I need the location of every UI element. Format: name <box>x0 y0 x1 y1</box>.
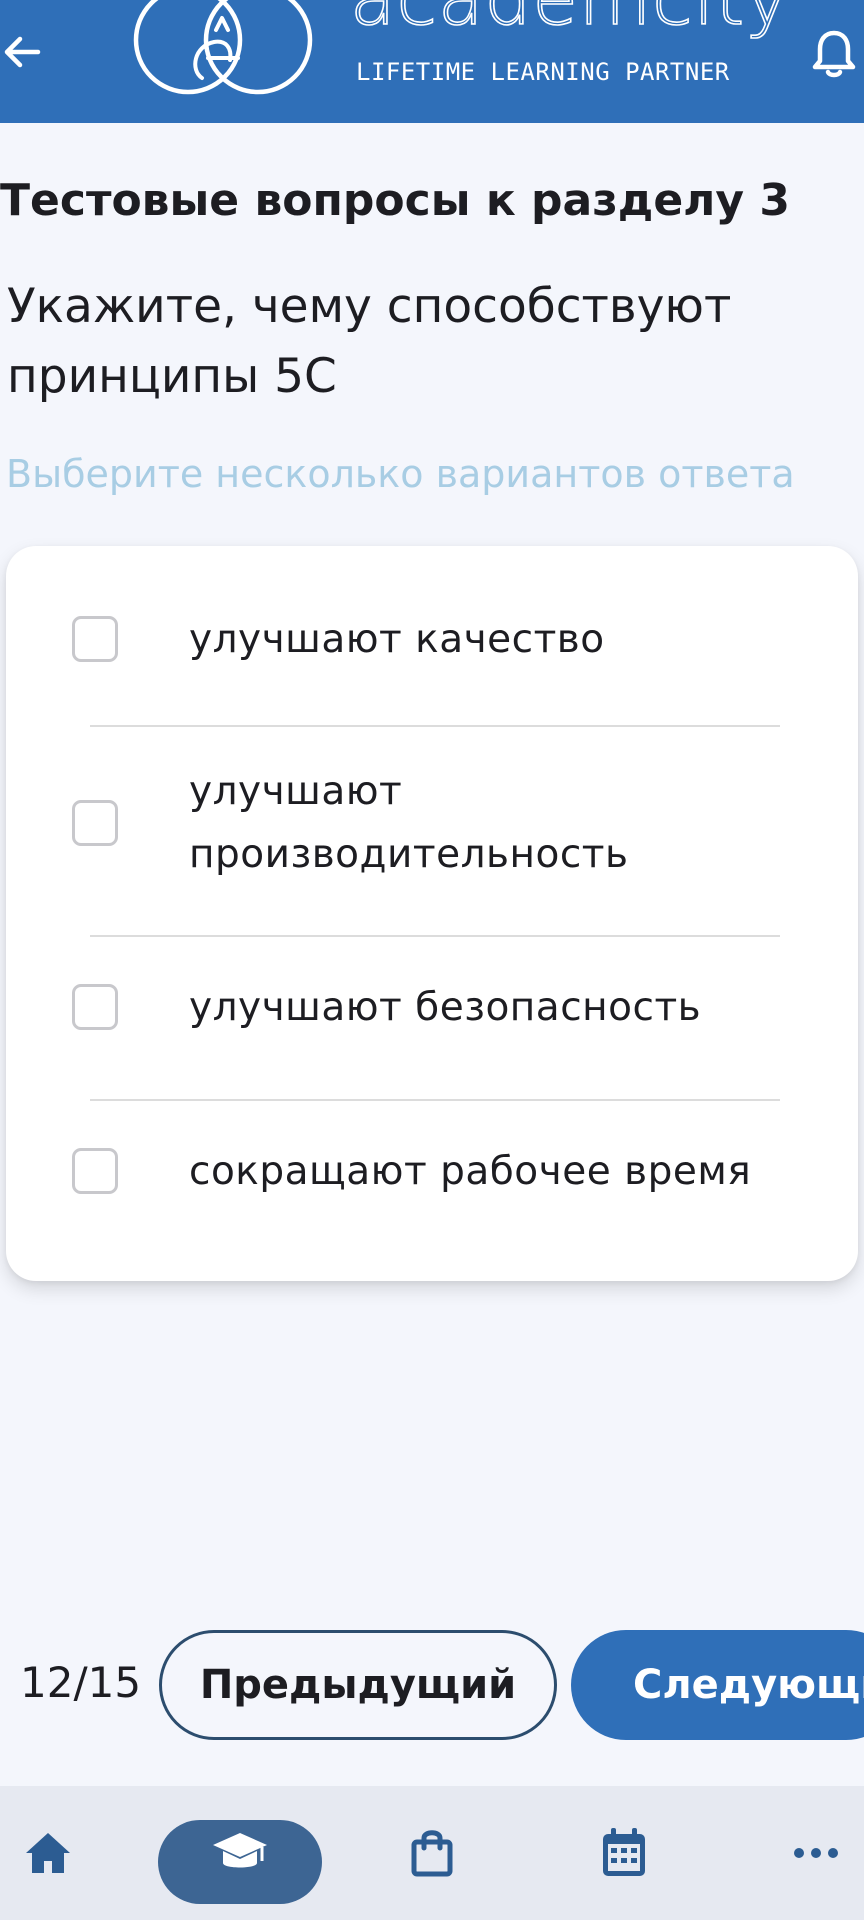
answer-hint: Выберите несколько вариантов ответа <box>6 452 795 496</box>
tab-calendar[interactable] <box>584 1786 664 1920</box>
home-icon <box>26 1833 70 1873</box>
shopping-bag-icon <box>411 1830 453 1877</box>
academcity-logo-icon <box>133 0 313 95</box>
tab-shop[interactable] <box>390 1786 474 1920</box>
tab-courses[interactable] <box>158 1786 322 1920</box>
question-counter: 12/15 <box>20 1658 142 1707</box>
options-card: улучшают качество улучшают производитель… <box>6 546 858 1281</box>
tab-home[interactable] <box>0 1786 96 1920</box>
option-label: улучшают качество <box>189 617 605 662</box>
brand-tagline: LIFETIME LEARNING PARTNER <box>356 58 730 86</box>
option-label: улучшают производительность <box>189 769 629 877</box>
more-icon <box>794 1848 838 1858</box>
tab-more[interactable] <box>780 1786 852 1920</box>
bottom-tab-bar <box>0 1786 864 1920</box>
option-item[interactable]: улучшают производительность <box>6 760 858 886</box>
option-item[interactable]: улучшают безопасность <box>6 966 858 1050</box>
back-button[interactable] <box>0 22 44 82</box>
option-checkbox[interactable] <box>72 800 118 846</box>
option-checkbox[interactable] <box>72 616 118 662</box>
option-checkbox[interactable] <box>72 984 118 1030</box>
bell-icon <box>812 28 856 78</box>
app-header: academcity LIFETIME LEARNING PARTNER <box>0 0 864 123</box>
previous-button[interactable]: Предыдущий <box>159 1630 557 1740</box>
question-text: Укажите, чему способствуют принципы 5С <box>7 279 732 404</box>
option-divider <box>90 1099 780 1101</box>
option-item[interactable]: улучшают качество <box>6 598 858 682</box>
graduation-cap-icon <box>213 1833 267 1868</box>
notifications-button[interactable] <box>812 22 864 84</box>
option-checkbox[interactable] <box>72 1148 118 1194</box>
option-divider <box>90 725 780 727</box>
section-title: Тестовые вопросы к разделу 3 <box>0 175 791 226</box>
option-label: улучшают безопасность <box>189 985 702 1030</box>
option-item[interactable]: сокращают рабочее время <box>6 1130 858 1214</box>
calendar-icon <box>603 1828 645 1876</box>
next-button[interactable]: Следующий <box>571 1630 864 1740</box>
arrow-left-icon <box>4 36 41 68</box>
brand-logo-text: academcity <box>349 0 790 37</box>
option-divider <box>90 935 780 937</box>
option-label: сокращают рабочее время <box>189 1149 752 1194</box>
